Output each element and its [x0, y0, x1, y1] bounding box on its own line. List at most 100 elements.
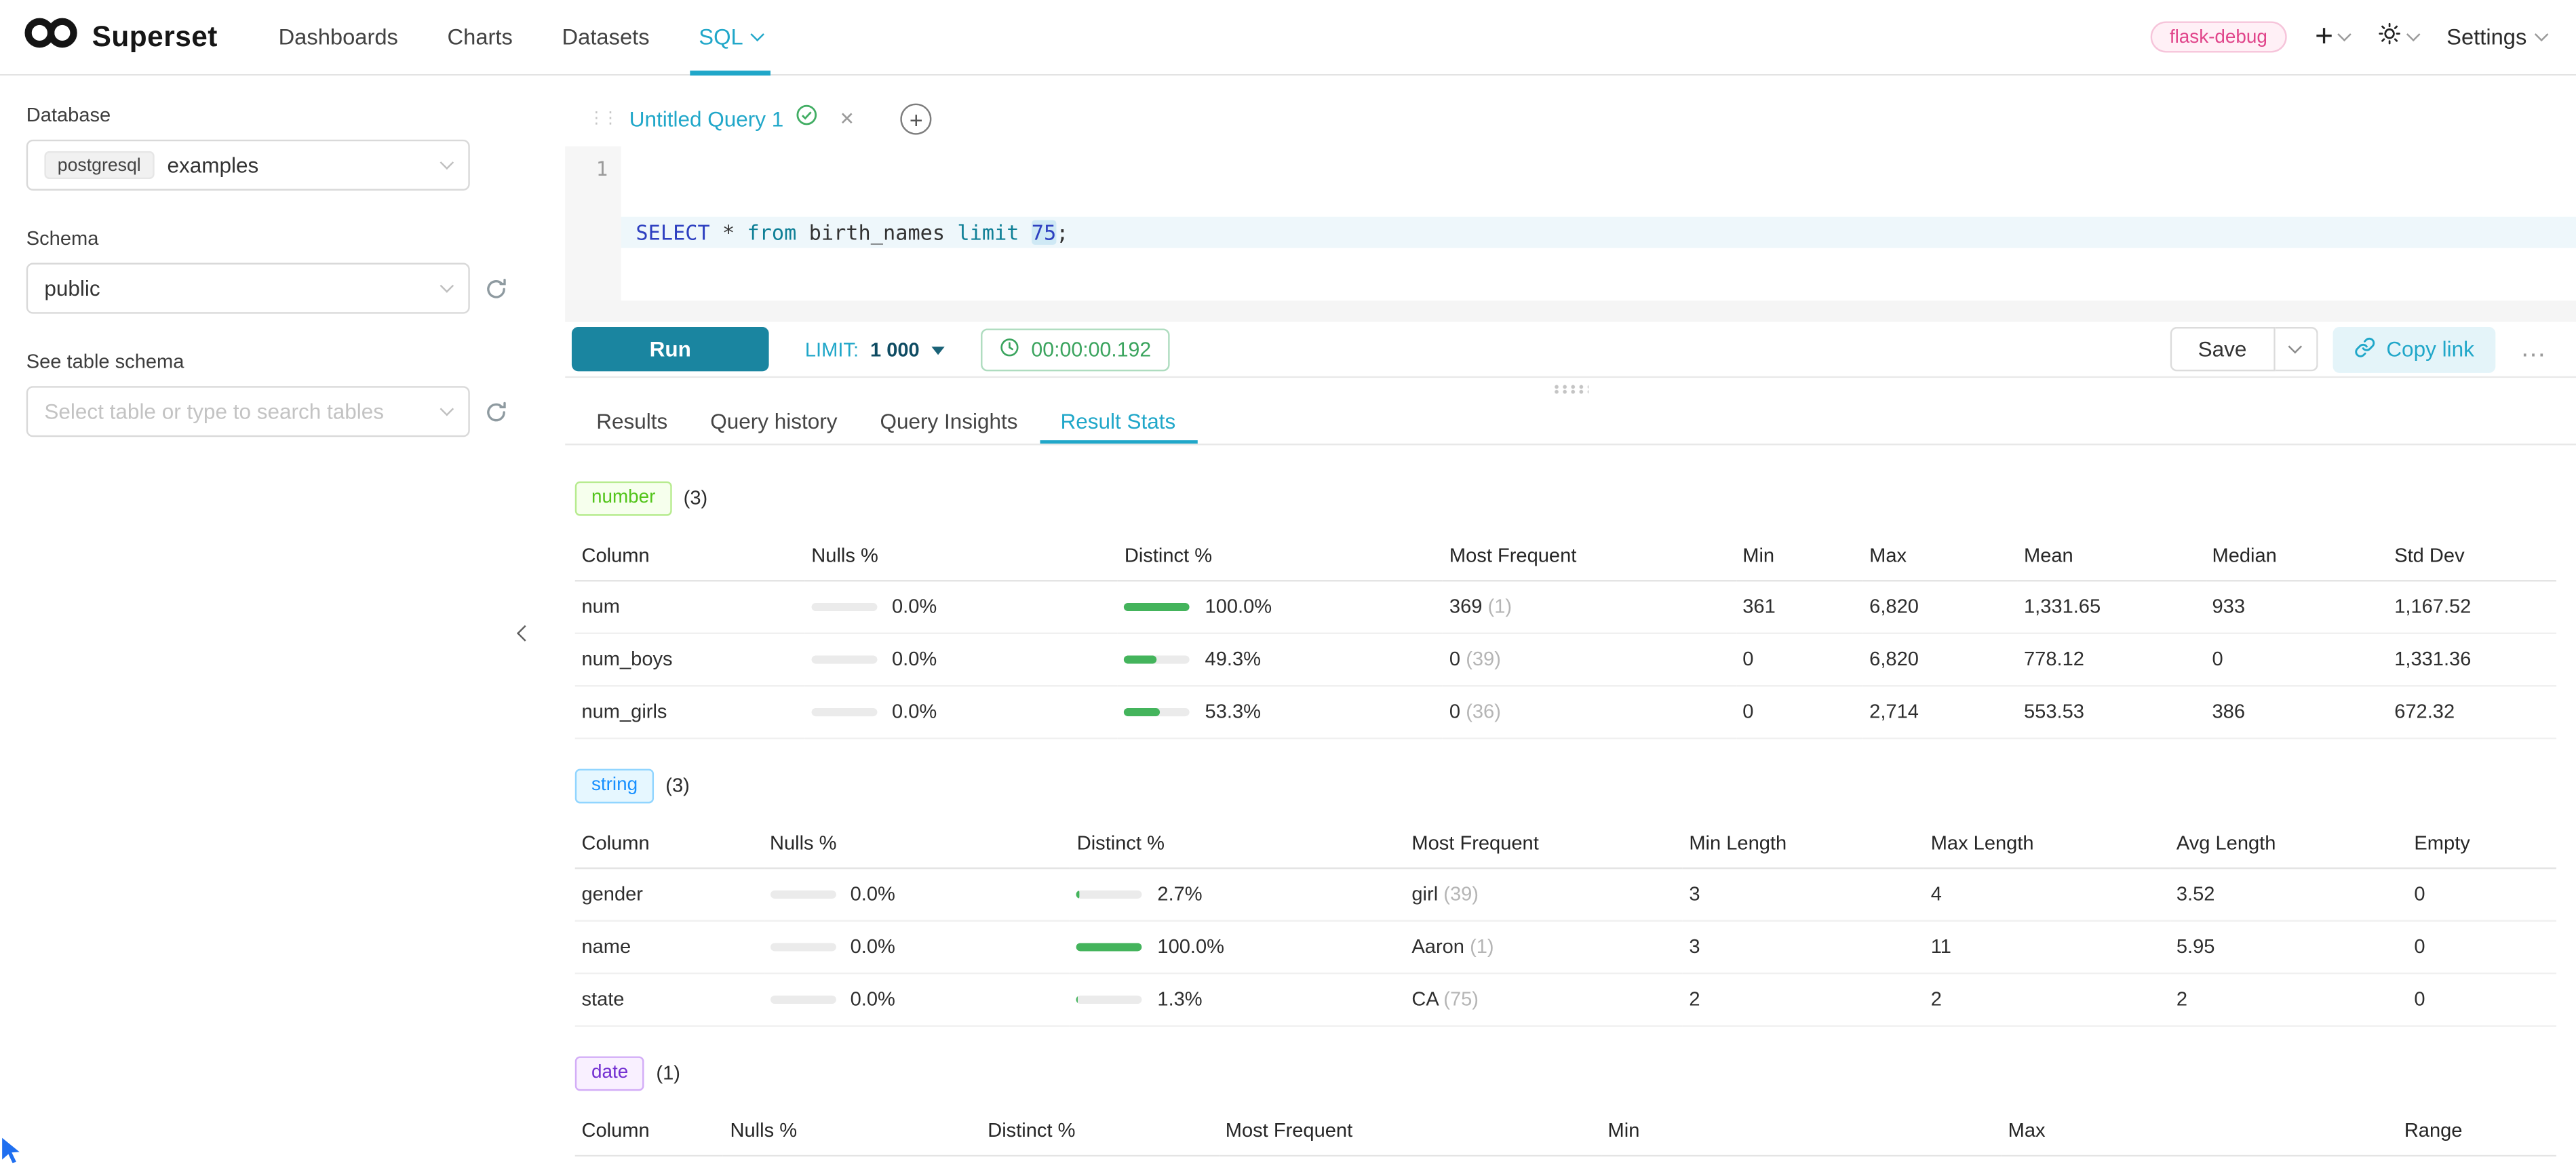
superset-brand[interactable]: Superset [23, 15, 218, 59]
tab-results[interactable]: Results [575, 399, 689, 443]
database-select[interactable]: postgresql examples [26, 140, 470, 191]
query-timer: 00:00:00.192 [980, 328, 1169, 371]
cell-avg-length: 2 [2170, 973, 2408, 1026]
nulls-pct: 0.0% [892, 595, 937, 618]
nav-item-dashboards[interactable]: Dashboards [254, 0, 423, 75]
tab-query-insights[interactable]: Query Insights [859, 399, 1039, 443]
superset-logo-icon [23, 15, 79, 59]
refresh-tables-button[interactable] [485, 400, 508, 423]
cell-distinct: 49.3% [1118, 633, 1443, 686]
limit-dropdown[interactable]: LIMIT: 1 000 [805, 338, 944, 362]
col-header: Min Length [1683, 818, 1924, 868]
table-row: num_boys 0.0% 49.3% 0 (39) 0 6,820 778.1… [575, 633, 2556, 686]
distinct-pct: 100.0% [1205, 595, 1272, 618]
save-split-button: Save [2170, 328, 2317, 372]
col-header: Column [575, 530, 805, 581]
nav-item-charts[interactable]: Charts [423, 0, 537, 75]
app: Superset Dashboards Charts Datasets SQL … [0, 0, 2576, 1172]
mf-count: (1) [1470, 935, 1494, 958]
copy-link-label: Copy link [2386, 338, 2474, 362]
sidebar-collapse-button[interactable] [513, 611, 537, 654]
run-button[interactable]: Run [572, 328, 769, 372]
schema-label: Schema [26, 227, 539, 250]
database-engine-tag: postgresql [44, 151, 154, 179]
close-tab-icon[interactable]: ✕ [840, 109, 855, 130]
more-actions-button[interactable]: … [2510, 335, 2560, 365]
new-item-button[interactable]: + [2315, 21, 2349, 52]
cell-min: 1965-01-01T03:00:00.000Z [1601, 1155, 2002, 1172]
drag-grip-icon[interactable] [1553, 384, 1588, 394]
pane-splitter[interactable] [565, 378, 2576, 399]
nav-item-datasets[interactable]: Datasets [537, 0, 674, 75]
chevron-left-icon [517, 625, 533, 642]
cell-nulls: 0.0% [763, 920, 1070, 973]
distinct-pct: 100.0% [1157, 935, 1224, 958]
nulls-progress-bar [770, 890, 836, 898]
settings-menu[interactable]: Settings [2446, 24, 2546, 49]
distinct-progress-bar [1077, 995, 1143, 1003]
nulls-progress-bar [811, 602, 877, 610]
cell-avg-length: 3.52 [2170, 868, 2408, 921]
schema-select[interactable]: public [26, 263, 470, 314]
col-header: Std Dev [2388, 530, 2556, 581]
environment-badge: flask-debug [2150, 21, 2287, 52]
cell-max: 2,714 [1862, 686, 2017, 739]
tab-label: Result Stats [1061, 409, 1176, 433]
mf-value: Aaron [1411, 935, 1464, 958]
cell-nulls: 0.0% [805, 581, 1118, 633]
cell-column-name: ds [575, 1155, 724, 1172]
cell-max: 6,820 [1862, 581, 2017, 633]
col-header: Avg Length [2170, 818, 2408, 868]
nav-item-sql[interactable]: SQL [674, 0, 787, 75]
table-select[interactable]: Select table or type to search tables [26, 386, 470, 437]
nulls-pct: 0.0% [851, 988, 895, 1011]
col-header: Column [575, 818, 763, 868]
editor-horizontal-scrollbar[interactable] [565, 301, 2576, 322]
results-tabbar: Results Query history Query Insights Res… [565, 399, 2576, 445]
save-button[interactable]: Save [2170, 328, 2274, 372]
add-query-tab-button[interactable]: + [901, 104, 932, 135]
stats-group-date: date (1) Column Nulls % Distinct % [575, 1056, 2556, 1172]
cell-median: 386 [2206, 686, 2388, 739]
table-row: name 0.0% 100.0% Aaron (1) 3 11 5.95 0 [575, 920, 2556, 973]
theme-toggle-button[interactable] [2377, 20, 2419, 53]
sql-code-editor[interactable]: 1 SELECT * from birth_names limit 75; [565, 146, 2576, 322]
table-row: ds 0.0% 1.3% 1965-01-01T00:00:00 (75) 19… [575, 1155, 2556, 1172]
tab-query-history[interactable]: Query history [689, 399, 859, 443]
refresh-schemas-button[interactable] [485, 277, 508, 300]
col-header: Max [2002, 1106, 2398, 1156]
run-label: Run [650, 338, 691, 362]
stats-group-string: string (3) Column Nulls % Distinct [575, 768, 2556, 1026]
tab-label: Query Insights [880, 409, 1018, 433]
drag-handle-icon: ⋮⋮ [588, 111, 616, 129]
col-header: Min [1736, 530, 1863, 581]
cell-most-frequent: 0 (39) [1443, 633, 1736, 686]
editor-code-area[interactable]: SELECT * from birth_names limit 75; [621, 146, 2576, 322]
cell-min: 0 [1736, 686, 1863, 739]
group-header: date (1) [575, 1056, 2556, 1091]
cell-distinct: 1.3% [981, 1155, 1219, 1172]
copy-link-button[interactable]: Copy link [2332, 327, 2495, 373]
cell-median: 0 [2206, 633, 2388, 686]
nulls-progress-bar [770, 943, 836, 951]
header-row: Column Nulls % Distinct % Most Frequent … [575, 1106, 2556, 1156]
distinct-progress-bar [1125, 655, 1190, 663]
distinct-progress-bar [1125, 602, 1190, 610]
cell-column-name: name [575, 920, 763, 973]
distinct-progress-bar [1077, 890, 1143, 898]
nav-label: SQL [699, 24, 743, 49]
cell-min: 361 [1736, 581, 1863, 633]
stats-group-number: number (3) Column Nulls % Distinct [575, 481, 2556, 739]
cell-nulls: 0.0% [805, 686, 1118, 739]
header-row: Column Nulls % Distinct % Most Frequent … [575, 818, 2556, 868]
nulls-pct: 0.0% [892, 700, 937, 723]
query-tab[interactable]: ⋮⋮ Untitled Query 1 ✕ [579, 95, 865, 143]
mf-count: (36) [1466, 700, 1501, 723]
cell-median: 933 [2206, 581, 2388, 633]
save-dropdown-button[interactable] [2275, 328, 2318, 372]
mf-count: (39) [1443, 882, 1479, 905]
tab-result-stats[interactable]: Result Stats [1039, 399, 1197, 443]
group-header: number (3) [575, 481, 2556, 515]
distinct-pct: 53.3% [1205, 700, 1261, 723]
cell-most-frequent: Aaron (1) [1405, 920, 1683, 973]
